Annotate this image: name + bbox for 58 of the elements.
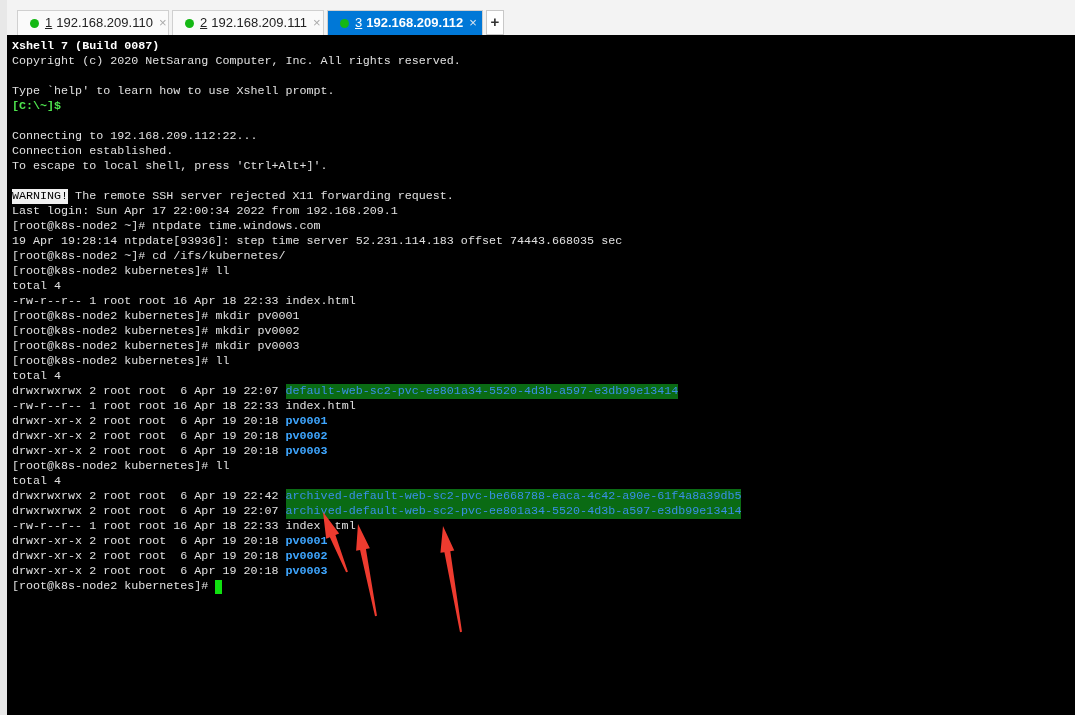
terminal-text: total 4 xyxy=(12,279,62,294)
session-tab[interactable]: 1 192.168.209.110 × xyxy=(17,10,169,35)
terminal-text: total 4 xyxy=(12,474,62,489)
terminal-text: [root@k8s-node2 kubernetes]# ll xyxy=(12,264,230,279)
terminal-text: [root@k8s-node2 kubernetes]# ll xyxy=(12,354,230,369)
terminal-text: [root@k8s-node2 kubernetes]# ll xyxy=(12,459,230,474)
terminal-text: [root@k8s-node2 kubernetes]# xyxy=(12,579,210,594)
terminal-text: [root@k8s-node2 ~]# ntpdate time.windows.com xyxy=(12,219,321,234)
terminal-text: drwxrwxrwx 2 root root 6 Apr 19 22:07 xyxy=(12,504,280,519)
terminal-text: tml xyxy=(334,519,356,534)
tab-title: 192.168.209.112 xyxy=(366,14,464,33)
terminal-text: -rw-r--r-- 1 root root 16 Apr 18 22:33 index.html xyxy=(12,294,356,309)
terminal-text: [root@k8s-node2 kubernetes]# mkdir pv0001 xyxy=(12,309,300,324)
terminal-text: total 4 xyxy=(12,369,62,384)
directory-name: pv0001 xyxy=(285,414,328,429)
close-button[interactable]: × xyxy=(312,13,321,33)
terminal-text: Connection established. xyxy=(12,144,174,159)
tab-title: 192.168.209.110 xyxy=(56,14,153,33)
terminal-text: drwxrwxrwx 2 root root 6 Apr 19 22:42 xyxy=(12,489,280,504)
terminal-text: -rw-r--r-- 1 root root 16 Apr 18 22:33 index.html xyxy=(12,399,356,414)
terminal-text: Type `help' to learn how to use Xshell prompt. xyxy=(12,84,335,99)
directory-name: pv0002 xyxy=(285,429,328,444)
session-tab[interactable]: 2 192.168.209.111 × xyxy=(172,10,324,35)
terminal-text: Copyright (c) 2020 NetSarang Computer, Inc. All rights reserved. xyxy=(12,54,461,69)
directory-name: archived-default-web-sc2-pvc-ee801a34-5520-4d3b-a597-e3db99e13414 xyxy=(285,504,742,519)
directory-name: pv0002 xyxy=(285,549,328,564)
close-button[interactable]: × xyxy=(469,13,477,33)
shell-prompt: [C:\~]$ xyxy=(12,99,62,114)
terminal-text: 19 Apr 19:28:14 ntpdate[93936]: step time server 52.231.114.183 offset 74443.668035 sec xyxy=(12,234,623,249)
terminal-text: drwxr-xr-x 2 root root 6 Apr 19 20:18 xyxy=(12,564,280,579)
terminal-text: drwxr-xr-x 2 root root 6 Apr 19 20:18 xyxy=(12,534,280,549)
directory-name: default-web-sc2-pvc-ee801a34-5520-4d3b-a597-e3db99e13414 xyxy=(285,384,679,399)
terminal-text: To escape to local shell, press 'Ctrl+Alt+]'. xyxy=(12,159,328,174)
directory-name: pv0003 xyxy=(285,564,328,579)
terminal-text: [root@k8s-node2 kubernetes]# mkdir pv0002 xyxy=(12,324,300,339)
terminal-text: drwxr-xr-x 2 root root 6 Apr 19 20:18 xyxy=(12,414,280,429)
terminal-text: drwxr-xr-x 2 root root 6 Apr 19 20:18 xyxy=(12,429,280,444)
directory-name: archived-default-web-sc2-pvc-be668788-eaca-4c42-a90e-61f4a8a39db5 xyxy=(285,489,742,504)
terminal-text: -rw-r--r-- 1 root root 16 Apr 18 22:33 index xyxy=(12,519,321,534)
tab-number: 1 xyxy=(45,14,53,33)
terminal-text: Xshell 7 (Build 0087) xyxy=(12,39,160,54)
terminal-text: The remote SSH server rejected X11 forwarding request. xyxy=(74,189,454,204)
terminal-text: [root@k8s-node2 kubernetes]# mkdir pv0003 xyxy=(12,339,300,354)
terminal-text: Connecting to 192.168.209.112:22... xyxy=(12,129,258,144)
tab-title: 192.168.209.111 xyxy=(211,14,307,33)
tab-number: 3 xyxy=(355,14,363,33)
close-button[interactable]: × xyxy=(158,13,167,33)
terminal-text: drwxr-xr-x 2 root root 6 Apr 19 20:18 xyxy=(12,444,280,459)
warning-label: WARNING! xyxy=(12,189,69,204)
directory-name: pv0003 xyxy=(285,444,328,459)
session-tab[interactable]: 3 192.168.209.112 × xyxy=(327,10,483,35)
terminal-text: Last login: Sun Apr 17 22:00:34 2022 from 192.168.209.1 xyxy=(12,204,398,219)
directory-name: pv0001 xyxy=(285,534,328,549)
terminal-text: drwxrwxrwx 2 root root 6 Apr 19 22:07 xyxy=(12,384,280,399)
new-tab-button[interactable]: + xyxy=(486,10,504,35)
terminal-text: drwxr-xr-x 2 root root 6 Apr 19 20:18 xyxy=(12,549,280,564)
tab-number: 2 xyxy=(200,14,208,33)
terminal-text: [root@k8s-node2 ~]# cd /ifs/kubernetes/ xyxy=(12,249,286,264)
